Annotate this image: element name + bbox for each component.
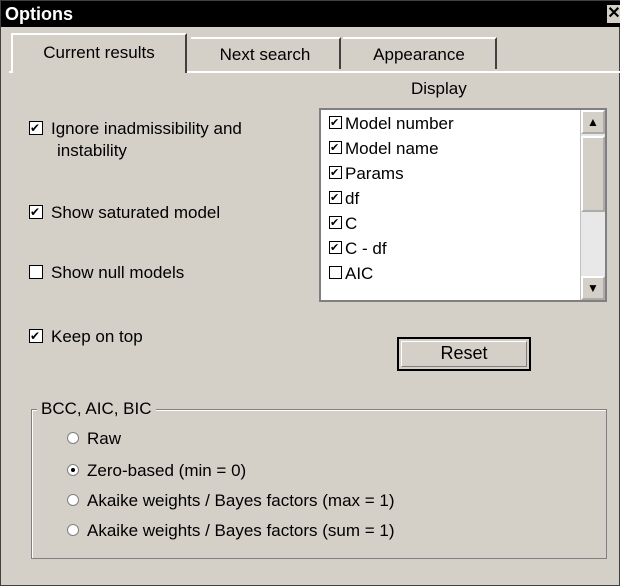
- radio-label: Raw: [87, 429, 122, 448]
- keep-on-top-label: Keep on top: [51, 327, 143, 346]
- list-item[interactable]: Model number: [329, 113, 454, 134]
- tab-strip: Current results Next search Appearance: [1, 33, 620, 73]
- list-item[interactable]: Params: [329, 163, 404, 184]
- list-item-label: Model number: [345, 114, 454, 133]
- radio-raw[interactable]: Raw: [67, 429, 121, 449]
- tab-current-results[interactable]: Current results: [11, 33, 187, 73]
- list-item-label: AIC: [345, 264, 374, 283]
- radio-akaike-max[interactable]: Akaike weights / Bayes factors (max = 1): [67, 491, 395, 511]
- checkbox-icon: [329, 138, 342, 158]
- list-item[interactable]: C - df: [329, 238, 387, 259]
- list-item-label: df: [345, 189, 360, 208]
- display-listbox[interactable]: Model number Model name Params df C C - …: [319, 108, 607, 302]
- checkbox-icon: [29, 202, 43, 222]
- ignore-line1: Ignore inadmissibility and: [51, 119, 242, 138]
- checkbox-icon: [29, 118, 43, 138]
- show-null-checkbox[interactable]: Show null models: [29, 263, 184, 283]
- list-item[interactable]: Model name: [329, 138, 439, 159]
- radio-label: Akaike weights / Bayes factors (max = 1): [87, 491, 395, 510]
- title-bar: Options ✕: [1, 1, 620, 27]
- tab-appearance[interactable]: Appearance: [343, 37, 497, 69]
- list-item-label: C: [345, 214, 358, 233]
- ignore-inadmissibility-checkbox[interactable]: Ignore inadmissibility and: [29, 118, 242, 139]
- show-null-label: Show null models: [51, 263, 185, 282]
- group-label: BCC, AIC, BIC: [37, 399, 156, 419]
- list-item[interactable]: C: [329, 213, 358, 234]
- radio-zero-based[interactable]: Zero-based (min = 0): [67, 461, 246, 481]
- radio-icon: [67, 523, 79, 536]
- tab-next-search[interactable]: Next search: [191, 37, 341, 69]
- list-item-label: Model name: [345, 139, 439, 158]
- list-item[interactable]: AIC: [329, 264, 373, 284]
- checkbox-icon: [29, 326, 43, 346]
- checkbox-icon: [329, 113, 342, 133]
- vertical-scrollbar[interactable]: ▲ ▼: [580, 110, 605, 300]
- radio-icon: [67, 463, 79, 476]
- list-item-label: C - df: [345, 239, 387, 258]
- display-label: Display: [411, 79, 467, 98]
- ignore-inadmissibility-line2: instability: [57, 141, 127, 160]
- scroll-thumb[interactable]: [581, 136, 605, 212]
- options-dialog: Options ✕ Current results Next search Ap…: [0, 0, 620, 586]
- reset-button[interactable]: Reset: [397, 337, 531, 371]
- checkbox-icon: [329, 213, 342, 233]
- scroll-up-arrow-icon[interactable]: ▲: [581, 110, 605, 134]
- radio-label: Zero-based (min = 0): [87, 461, 247, 480]
- radio-akaike-sum[interactable]: Akaike weights / Bayes factors (sum = 1): [67, 521, 395, 541]
- list-item-label: Params: [345, 164, 404, 183]
- show-saturated-label: Show saturated model: [51, 203, 221, 222]
- close-icon[interactable]: ✕: [607, 5, 620, 23]
- list-item[interactable]: df: [329, 188, 360, 209]
- checkbox-icon: [29, 264, 43, 279]
- keep-on-top-checkbox[interactable]: Keep on top: [29, 326, 143, 347]
- show-saturated-checkbox[interactable]: Show saturated model: [29, 202, 221, 223]
- radio-icon: [67, 493, 79, 506]
- checkbox-icon: [329, 188, 342, 208]
- checkbox-icon: [329, 163, 342, 183]
- checkbox-icon: [329, 238, 342, 258]
- checkbox-icon: [329, 266, 342, 280]
- radio-icon: [67, 431, 79, 444]
- window-title: Options: [5, 4, 73, 24]
- scroll-down-arrow-icon[interactable]: ▼: [581, 276, 605, 300]
- radio-label: Akaike weights / Bayes factors (sum = 1): [87, 521, 395, 540]
